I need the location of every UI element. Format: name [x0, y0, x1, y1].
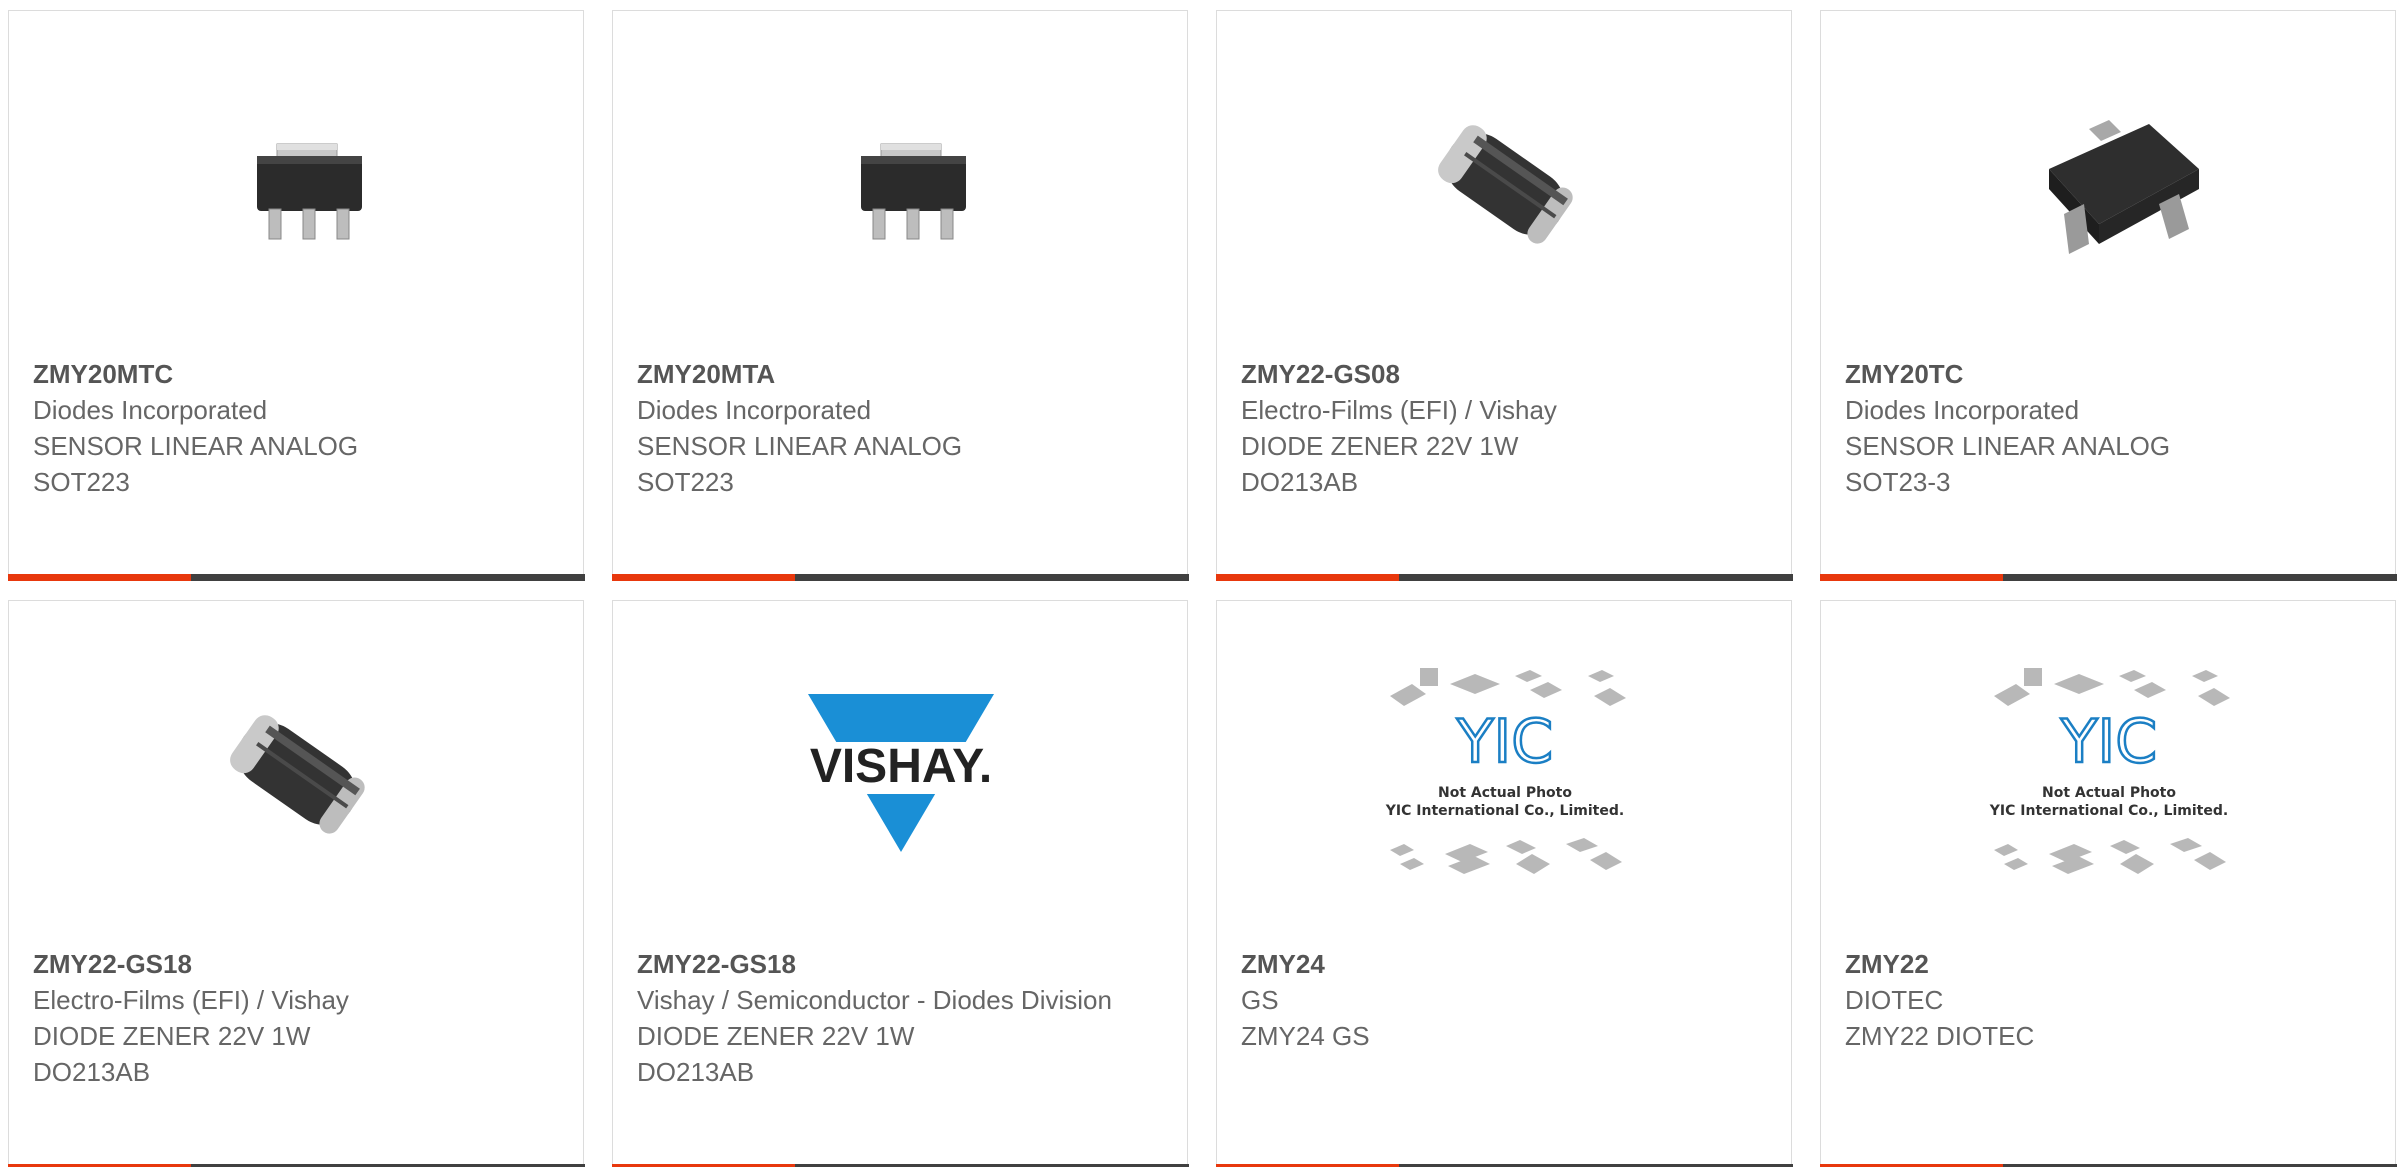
product-card[interactable]: ZMY20MTC Diodes Incorporated SENSOR LINE…: [7, 10, 585, 581]
card-bottom-bar: [611, 574, 1189, 581]
product-grid: ZMY20MTC Diodes Incorporated SENSOR LINE…: [0, 0, 2400, 1167]
product-info: ZMY22-GS18 Electro-Films (EFI) / Vishay …: [33, 946, 563, 1090]
product-info: ZMY20MTC Diodes Incorporated SENSOR LINE…: [33, 356, 563, 500]
description: DIODE ZENER 22V 1W: [637, 1021, 915, 1051]
description: DIODE ZENER 22V 1W: [33, 1021, 311, 1051]
melf-diode-icon: [1405, 84, 1605, 284]
package: SOT223: [33, 467, 130, 497]
manufacturer: Diodes Incorporated: [637, 395, 872, 425]
package: DO213AB: [637, 1057, 755, 1087]
manufacturer: DIOTEC: [1845, 985, 1944, 1015]
part-number[interactable]: ZMY22-GS18: [637, 946, 1167, 982]
sot223-package-icon: [801, 84, 1001, 284]
card-bottom-bar: [7, 574, 585, 581]
manufacturer: Diodes Incorporated: [33, 395, 268, 425]
manufacturer: Electro-Films (EFI) / Vishay: [33, 985, 349, 1015]
part-number[interactable]: ZMY20MTC: [33, 356, 563, 392]
package: DO213AB: [1241, 467, 1359, 497]
part-number[interactable]: ZMY20MTA: [637, 356, 1167, 392]
product-info: ZMY22 DIOTEC ZMY22 DIOTEC: [1845, 946, 2375, 1054]
card-accent-bar: [1819, 574, 2003, 581]
product-info: ZMY22-GS18 Vishay / Semiconductor - Diod…: [637, 946, 1167, 1090]
sot23-package-icon: [2009, 84, 2209, 284]
part-number[interactable]: ZMY24: [1241, 946, 1771, 982]
placeholder-company: YIC International Co., Limited.: [1385, 803, 1624, 819]
card-accent-bar: [7, 574, 191, 581]
yic-placeholder-icon: YIC Not Actual Photo YIC International C…: [1974, 668, 2244, 874]
description: ZMY22 DIOTEC: [1845, 1021, 2035, 1051]
vishay-logo-icon: VISHAY.: [801, 674, 1001, 874]
description: SENSOR LINEAR ANALOG: [637, 431, 963, 461]
card-accent-bar: [1215, 574, 1399, 581]
yic-logo-text: YIC: [1456, 707, 1553, 777]
manufacturer: Diodes Incorporated: [1845, 395, 2080, 425]
package: SOT223: [637, 467, 734, 497]
vishay-logo-text: VISHAY.: [810, 740, 992, 793]
product-info: ZMY22-GS08 Electro-Films (EFI) / Vishay …: [1241, 356, 1771, 500]
product-card[interactable]: YIC Not Actual Photo YIC International C…: [1819, 600, 2397, 1167]
manufacturer: GS: [1241, 985, 1279, 1015]
product-card[interactable]: ZMY20MTA Diodes Incorporated SENSOR LINE…: [611, 10, 1189, 581]
yic-placeholder-icon: YIC Not Actual Photo YIC International C…: [1370, 668, 1640, 874]
placeholder-caption: Not Actual Photo: [1438, 785, 1572, 801]
product-card[interactable]: YIC Not Actual Photo YIC International C…: [1215, 600, 1793, 1167]
product-info: ZMY20MTA Diodes Incorporated SENSOR LINE…: [637, 356, 1167, 500]
product-info: ZMY24 GS ZMY24 GS: [1241, 946, 1771, 1054]
part-number[interactable]: ZMY22-GS08: [1241, 356, 1771, 392]
description: ZMY24 GS: [1241, 1021, 1370, 1051]
card-bottom-bar: [1215, 574, 1793, 581]
product-card[interactable]: ZMY22-GS08 Electro-Films (EFI) / Vishay …: [1215, 10, 1793, 581]
placeholder-company: YIC International Co., Limited.: [1989, 803, 2228, 819]
manufacturer: Vishay / Semiconductor - Diodes Division: [637, 985, 1112, 1015]
description: SENSOR LINEAR ANALOG: [1845, 431, 2171, 461]
part-number[interactable]: ZMY22-GS18: [33, 946, 563, 982]
manufacturer: Electro-Films (EFI) / Vishay: [1241, 395, 1557, 425]
yic-logo-text: YIC: [2060, 707, 2157, 777]
description: DIODE ZENER 22V 1W: [1241, 431, 1519, 461]
part-number[interactable]: ZMY22: [1845, 946, 2375, 982]
product-card[interactable]: ZMY22-GS18 Electro-Films (EFI) / Vishay …: [7, 600, 585, 1167]
product-card[interactable]: ZMY20TC Diodes Incorporated SENSOR LINEA…: [1819, 10, 2397, 581]
package: DO213AB: [33, 1057, 151, 1087]
part-number[interactable]: ZMY20TC: [1845, 356, 2375, 392]
placeholder-caption: Not Actual Photo: [2042, 785, 2176, 801]
melf-diode-icon: [197, 674, 397, 874]
product-card[interactable]: VISHAY. ZMY22-GS18 Vishay / Semiconducto…: [611, 600, 1189, 1167]
card-bottom-bar: [1819, 574, 2397, 581]
description: SENSOR LINEAR ANALOG: [33, 431, 359, 461]
card-accent-bar: [611, 574, 795, 581]
package: SOT23-3: [1845, 467, 1951, 497]
sot223-package-icon: [197, 84, 397, 284]
product-info: ZMY20TC Diodes Incorporated SENSOR LINEA…: [1845, 356, 2375, 500]
